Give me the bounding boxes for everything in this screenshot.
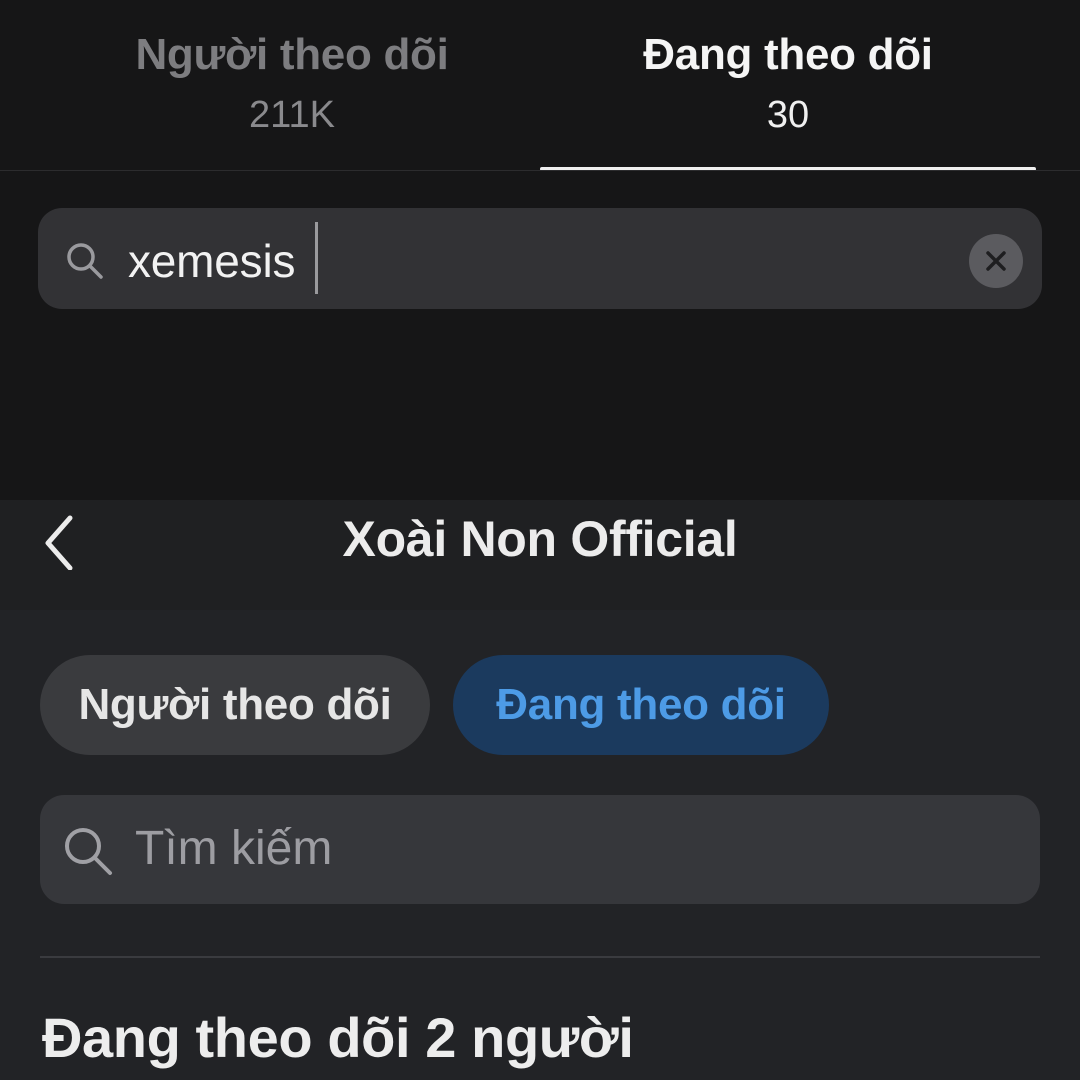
search-icon	[64, 240, 106, 287]
clear-search-button[interactable]	[969, 234, 1023, 288]
pill-following[interactable]: Đang theo dõi	[453, 655, 829, 755]
tab-divider	[0, 170, 1080, 171]
text-cursor	[315, 222, 318, 294]
search-icon	[60, 823, 116, 884]
nav-bar: Xoài Non Official	[0, 500, 1080, 610]
followers-screen-top: Người theo dõi 211K Đang theo dõi 30 xem…	[0, 0, 1080, 500]
tab-followers-count: 211K	[249, 94, 335, 136]
list-divider	[40, 956, 1040, 958]
page-title: Xoài Non Official	[342, 511, 738, 567]
search-input-value[interactable]: xemesis	[128, 234, 296, 288]
following-count-heading: Đang theo dõi 2 người	[42, 1006, 634, 1069]
screenshot-collage: Người theo dõi 211K Đang theo dõi 30 xem…	[0, 0, 1080, 1080]
tab-following[interactable]: Đang theo dõi 30	[540, 0, 1036, 170]
pill-followers[interactable]: Người theo dõi	[40, 655, 430, 755]
tab-followers-label: Người theo dõi	[135, 30, 449, 79]
tab-following-label: Đang theo dõi	[643, 30, 933, 79]
clear-icon	[986, 251, 1006, 271]
following-screen-bottom: Xoài Non Official Người theo dõi Đang th…	[0, 500, 1080, 1080]
tab-followers[interactable]: Người theo dõi 211K	[44, 0, 540, 170]
tab-following-count: 30	[766, 94, 810, 136]
search-placeholder: Tìm kiếm	[135, 822, 333, 875]
search-bar[interactable]: Tìm kiếm	[40, 795, 1040, 904]
